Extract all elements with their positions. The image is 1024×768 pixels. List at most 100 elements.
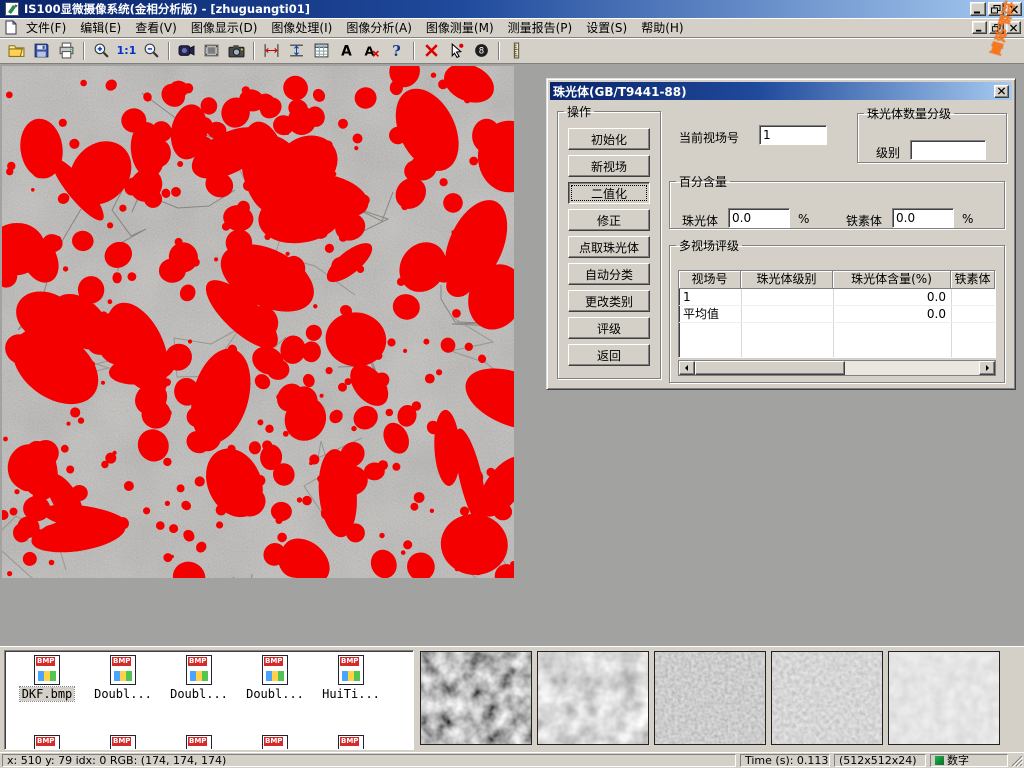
ferrite-label: 铁素体 [846, 212, 882, 229]
current-view-label: 当前视场号 [679, 129, 739, 146]
file-item-dkf[interactable]: BMP DKF.bmp [9, 655, 85, 701]
video-camera-icon [178, 42, 195, 59]
grade-group: 珠光体数量分级 级别 [857, 105, 1007, 163]
save-button[interactable] [29, 40, 54, 62]
column-header-ferrite[interactable]: 铁素体 [951, 271, 995, 289]
titlebar[interactable]: IS100显微摄像系统(金相分析版) - [zhuguangti01] [0, 0, 1024, 18]
rate-button[interactable]: 评级 [568, 317, 650, 339]
camera-icon [228, 42, 245, 59]
new-field-button[interactable]: 新视场 [568, 155, 650, 177]
bmp-file-icon: BMP [34, 655, 60, 685]
mdi-minimize-button[interactable] [972, 21, 987, 34]
pearlite-dialog: 珠光体(GB/T9441-88) 操作 初始化 新视场 二值化 修正 点取珠光体… [546, 78, 1016, 390]
menu-file[interactable]: 文件(F) [19, 17, 73, 38]
thumbnail-3[interactable] [654, 651, 766, 745]
file-item-partial[interactable]: BMP [85, 735, 161, 750]
grid-icon [313, 42, 330, 59]
table-horizontal-scrollbar[interactable] [678, 360, 996, 376]
file-item-partial[interactable]: BMP [313, 735, 389, 750]
menu-edit[interactable]: 编辑(E) [73, 17, 128, 38]
measure-horizontal-button[interactable] [259, 40, 284, 62]
ferrite-input[interactable] [892, 208, 954, 228]
actual-size-label: 1:1 [117, 44, 137, 57]
svg-text:?: ? [392, 42, 401, 59]
dialog-titlebar[interactable]: 珠光体(GB/T9441-88) [550, 82, 1012, 100]
zoom-out-button[interactable] [139, 40, 164, 62]
pick-pearlite-button[interactable]: 点取珠光体 [568, 236, 650, 258]
scroll-right-button[interactable] [979, 361, 995, 375]
file-item-doubl-2[interactable]: BMP Doubl... [161, 655, 237, 701]
thumbnail-4[interactable] [771, 651, 883, 745]
bmp-file-icon: BMP [34, 735, 60, 750]
scrollbar-track[interactable] [845, 361, 979, 375]
count-button[interactable]: 8 [469, 40, 494, 62]
file-item-partial[interactable]: BMP [9, 735, 85, 750]
grid-button[interactable] [309, 40, 334, 62]
file-item-doubl-3[interactable]: BMP Doubl... [237, 655, 313, 701]
zoom-in-button[interactable] [89, 40, 114, 62]
status-image-size: (512x512x24) [834, 754, 926, 767]
change-class-button[interactable]: 更改类别 [568, 290, 650, 312]
thumbnail-2[interactable] [537, 651, 649, 745]
video-capture-button[interactable] [174, 40, 199, 62]
bmp-tag: BMP [340, 737, 359, 746]
resize-grip[interactable] [1010, 754, 1023, 767]
actual-size-button[interactable]: 1:1 [114, 40, 139, 62]
annotate-text-button[interactable]: A [334, 40, 359, 62]
file-item-doubl-1[interactable]: BMP Doubl... [85, 655, 161, 701]
file-item-partial[interactable]: BMP [237, 735, 313, 750]
thumbnail-5[interactable] [888, 651, 1000, 745]
menu-report[interactable]: 测量报告(P) [501, 17, 580, 38]
minimize-button[interactable] [970, 2, 986, 16]
bmp-file-icon: BMP [262, 735, 288, 750]
column-header-grade[interactable]: 珠光体级别 [741, 271, 833, 289]
table-row[interactable]: 1 0.0 [679, 289, 995, 306]
binarize-button[interactable]: 二值化 [568, 182, 650, 204]
camera-button[interactable] [224, 40, 249, 62]
bmp-tag: BMP [264, 657, 283, 666]
dialog-title: 珠光体(GB/T9441-88) [553, 83, 687, 100]
film-button[interactable] [199, 40, 224, 62]
column-header-field[interactable]: 视场号 [679, 271, 741, 289]
toolbar-separator [253, 42, 255, 60]
scroll-left-button[interactable] [679, 361, 695, 375]
print-button[interactable] [54, 40, 79, 62]
current-view-input[interactable] [759, 125, 827, 145]
measure-vertical-button[interactable] [284, 40, 309, 62]
grade-input[interactable] [910, 140, 986, 160]
return-button[interactable]: 返回 [568, 344, 650, 366]
correct-button[interactable]: 修正 [568, 209, 650, 231]
metallograph-image[interactable] [2, 66, 514, 578]
scrollbar-thumb[interactable] [695, 361, 845, 375]
menu-settings[interactable]: 设置(S) [579, 17, 634, 38]
pearlite-label: 珠光体 [682, 212, 718, 229]
dialog-close-button[interactable] [994, 85, 1009, 98]
menu-image-process[interactable]: 图像处理(I) [264, 17, 339, 38]
ruler-icon [508, 42, 525, 59]
column-header-content[interactable]: 珠光体含量(%) [833, 271, 951, 289]
pearlite-percent-sign: % [798, 212, 809, 226]
menu-image-display[interactable]: 图像显示(D) [184, 17, 265, 38]
file-item-huiti[interactable]: BMP HuiTi... [313, 655, 389, 701]
pointer-button[interactable] [444, 40, 469, 62]
menu-help[interactable]: 帮助(H) [634, 17, 690, 38]
pearlite-input[interactable] [728, 208, 790, 228]
delete-text-button[interactable]: A [359, 40, 384, 62]
menu-image-measure[interactable]: 图像测量(M) [419, 17, 501, 38]
rating-table: 视场号 珠光体级别 珠光体含量(%) 铁素体 1 0.0 平均值 [678, 270, 996, 358]
table-row[interactable]: 平均值 0.0 [679, 306, 995, 323]
file-item-partial[interactable]: BMP [161, 735, 237, 750]
delete-measure-button[interactable] [419, 40, 444, 62]
menu-image-analysis[interactable]: 图像分析(A) [339, 17, 419, 38]
thumbnail-1[interactable] [420, 651, 532, 745]
menu-view[interactable]: 查看(V) [128, 17, 184, 38]
operation-group: 操作 初始化 新视场 二值化 修正 点取珠光体 自动分类 更改类别 评级 返回 [557, 103, 661, 379]
auto-classify-button[interactable]: 自动分类 [568, 263, 650, 285]
ruler-button[interactable] [504, 40, 529, 62]
open-button[interactable] [4, 40, 29, 62]
init-button[interactable]: 初始化 [568, 128, 650, 150]
status-mode-panel: 数字 [930, 754, 1008, 767]
bmp-art [114, 671, 132, 681]
help-button[interactable]: ? [384, 40, 409, 62]
ferrite-percent-sign: % [962, 212, 973, 226]
